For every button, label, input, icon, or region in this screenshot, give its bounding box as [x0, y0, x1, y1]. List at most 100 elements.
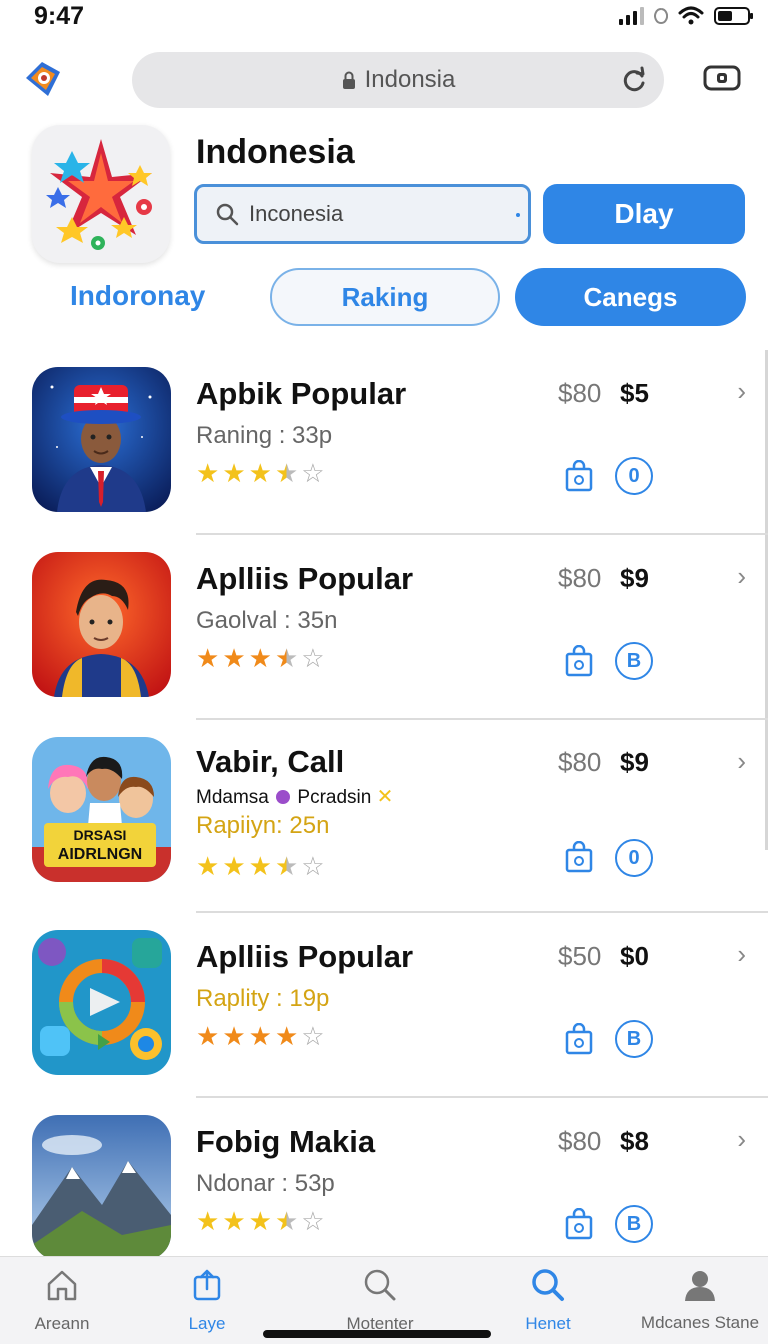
categories-tab[interactable]: Canegs	[515, 268, 746, 326]
shopping-bag-icon[interactable]	[565, 1208, 593, 1240]
sync-icon	[654, 8, 668, 24]
star-icon: ★	[248, 1021, 272, 1051]
profile-icon	[685, 1271, 715, 1301]
tab-label: Mdcanes Stane	[640, 1313, 760, 1332]
search-input[interactable]	[249, 201, 489, 227]
sale-price: $0	[620, 941, 649, 971]
original-price: $80	[558, 378, 602, 408]
play-button[interactable]: Dlay	[543, 184, 745, 244]
store-logo	[32, 125, 170, 263]
app-title: Aplliis Popular	[196, 561, 414, 596]
app-meta: Mdamsa Pcradsin ✕	[196, 784, 393, 809]
home-icon	[47, 1270, 77, 1301]
list-item[interactable]: Aplliis Popular Raplity : 19p ★ ★ ★ ★ ☆ …	[0, 913, 768, 1098]
status-time: 9:47	[34, 2, 85, 30]
app-logo-icon[interactable]	[22, 58, 64, 100]
chevron-right-icon[interactable]: ›	[737, 1124, 746, 1155]
star-icon: ★	[222, 1206, 246, 1236]
url-text: Indonsia	[364, 66, 456, 93]
tab-label: Laye	[188, 1314, 226, 1333]
store-header: Indonesia Dlay	[0, 125, 768, 265]
shopping-bag-icon[interactable]	[565, 460, 593, 492]
tab-label: Areann	[34, 1314, 90, 1333]
battery-icon	[714, 7, 753, 25]
star-icon: ★	[248, 643, 272, 673]
app-title: Aplliis Popular	[196, 939, 414, 974]
original-price: $50	[558, 941, 602, 971]
empty-star-icon: ☆	[301, 458, 325, 488]
search-field[interactable]	[194, 184, 531, 244]
tab-motenter[interactable]: Motenter	[310, 1267, 450, 1334]
star-icon: ★	[196, 458, 220, 488]
coin-icon[interactable]: B	[615, 1020, 653, 1058]
list-item[interactable]: Apbik Popular Raning : 33p ★ ★ ★ ★ ☆ $80…	[0, 350, 768, 535]
tab-areann[interactable]: Areann	[0, 1267, 132, 1334]
status-bar: 9:47	[0, 0, 768, 36]
coin-icon[interactable]: B	[615, 642, 653, 680]
app-ranking: Ndonar : 53p	[196, 1170, 335, 1197]
tab-mdcanes-stane[interactable]: Mdcanes Stane	[630, 1267, 768, 1332]
thumb-caption-line1: DRSASI	[74, 827, 127, 843]
app-thumbnail	[32, 552, 171, 697]
home-indicator[interactable]	[263, 1330, 491, 1338]
shopping-bag-icon[interactable]	[565, 1023, 593, 1055]
half-star-icon: ★	[274, 851, 299, 881]
lock-icon	[342, 71, 355, 89]
empty-star-icon: ☆	[301, 643, 325, 673]
app-title: Vabir, Call	[196, 744, 345, 779]
search-icon	[364, 1269, 396, 1301]
sale-price: $8	[620, 1126, 649, 1156]
thumb-caption-line2: AIDRLNGN	[58, 846, 142, 863]
star-icon: ★	[274, 1021, 299, 1051]
star-rating: ★ ★ ★ ★ ☆	[196, 1208, 325, 1234]
meta-text: Mdamsa	[196, 787, 269, 808]
coin-icon[interactable]: B	[615, 1205, 653, 1243]
star-burst-icon	[46, 139, 152, 250]
sale-price: $9	[620, 563, 649, 593]
tabs-icon[interactable]	[702, 62, 742, 94]
coin-icon[interactable]: 0	[615, 839, 653, 877]
shopping-bag-icon[interactable]	[565, 841, 593, 873]
star-icon: ★	[196, 1021, 220, 1051]
url-bar[interactable]: Indonsia	[132, 52, 664, 108]
star-icon: ★	[196, 643, 220, 673]
tab-laye[interactable]: Laye	[137, 1267, 277, 1334]
chevron-right-icon[interactable]: ›	[737, 561, 746, 592]
app-ranking: Raplity : 19p	[196, 985, 330, 1012]
app-thumbnail	[32, 367, 171, 512]
app-title: Apbik Popular	[196, 376, 407, 411]
sale-price: $5	[620, 378, 649, 408]
region-link[interactable]: Indoronay	[70, 280, 205, 312]
list-item[interactable]: DRSASI AIDRLNGN Vabir, Call Mdamsa Pcrad…	[0, 720, 768, 913]
list-item[interactable]: Fobig Makia Ndonar : 53p ★ ★ ★ ★ ☆ $80 $…	[0, 1098, 768, 1256]
original-price: $80	[558, 563, 602, 593]
star-rating: ★ ★ ★ ★ ☆	[196, 645, 325, 671]
search-icon	[532, 1269, 564, 1301]
empty-star-icon: ☆	[301, 1206, 325, 1236]
tab-henet[interactable]: Henet	[478, 1267, 618, 1334]
star-icon: ★	[196, 1206, 220, 1236]
reload-icon[interactable]	[620, 66, 648, 94]
half-star-icon: ★	[274, 1206, 299, 1236]
chevron-right-icon[interactable]: ›	[737, 376, 746, 407]
app-ranking: Gaolval : 35n	[196, 607, 338, 634]
app-ranking: Raning : 33p	[196, 422, 333, 449]
half-star-icon: ★	[274, 458, 299, 488]
list-item[interactable]: Aplliis Popular Gaolval : 35n ★ ★ ★ ★ ☆ …	[0, 535, 768, 720]
app-thumbnail	[32, 1115, 171, 1256]
tab-label: Henet	[525, 1314, 571, 1333]
browser-bar: Indonsia	[0, 50, 768, 110]
signal-icon	[619, 7, 644, 25]
star-icon: ★	[222, 851, 246, 881]
chevron-right-icon[interactable]: ›	[737, 746, 746, 777]
shopping-bag-icon[interactable]	[565, 645, 593, 677]
coin-icon[interactable]: 0	[615, 457, 653, 495]
ranking-tab[interactable]: Raking	[270, 268, 500, 326]
app-title: Fobig Makia	[196, 1124, 376, 1159]
search-icon	[216, 203, 239, 226]
star-icon: ★	[196, 851, 220, 881]
chevron-right-icon[interactable]: ›	[737, 939, 746, 970]
star-rating: ★ ★ ★ ★ ☆	[196, 1023, 325, 1049]
star-icon: ★	[248, 851, 272, 881]
empty-star-icon: ☆	[301, 851, 325, 881]
